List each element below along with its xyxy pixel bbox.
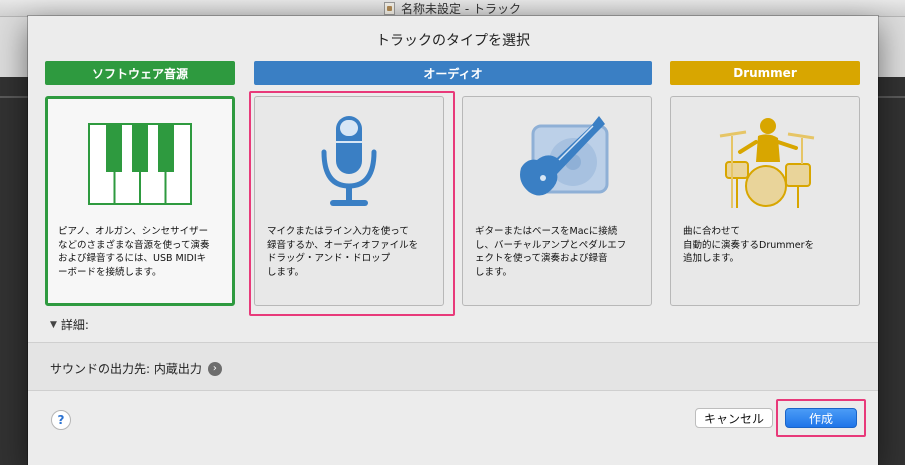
window-title-text: 名称未設定 - トラック bbox=[401, 1, 521, 16]
category-drummer: Drummer bbox=[670, 61, 860, 85]
card-description: 曲に合わせて 自動的に演奏するDrummerを 追加します。 bbox=[683, 226, 815, 264]
help-button[interactable]: ? bbox=[51, 410, 71, 430]
microphone-icon bbox=[255, 107, 443, 217]
disclosure-triangle-icon: ▼ bbox=[50, 319, 57, 330]
track-type-guitar-bass[interactable]: ギターまたはベースをMacに接続 し、バーチャルアンプとペダルエフ ェクトを使っ… bbox=[462, 96, 652, 306]
divider bbox=[28, 342, 878, 343]
guitar-amp-icon bbox=[463, 107, 651, 217]
track-type-software-instrument[interactable]: ピアノ、オルガン、シンセサイザー などのさまざまな音源を使って演奏 および録音す… bbox=[45, 96, 235, 306]
create-button[interactable]: 作成 bbox=[785, 408, 857, 428]
card-description: マイクまたはライン入力を使って 録音するか、オーディオファイルを ドラッグ・アン… bbox=[267, 226, 419, 278]
details-disclosure[interactable]: ▼ 詳細: bbox=[50, 316, 89, 333]
new-track-dialog: トラックのタイプを選択 ソフトウェア音源 オーディオ Drummer ピアノ、オ… bbox=[28, 16, 878, 465]
category-software-instrument: ソフトウェア音源 bbox=[45, 61, 235, 85]
card-description: ギターまたはベースをMacに接続 し、バーチャルアンプとペダルエフ ェクトを使っ… bbox=[475, 226, 627, 278]
cancel-button[interactable]: キャンセル bbox=[695, 408, 773, 428]
sound-output-row: サウンドの出力先: 内蔵出力 › bbox=[50, 360, 222, 377]
sound-output-label: サウンドの出力先: 内蔵出力 bbox=[50, 362, 202, 376]
track-type-microphone[interactable]: マイクまたはライン入力を使って 録音するか、オーディオファイルを ドラッグ・アン… bbox=[254, 96, 444, 306]
chevron-right-icon[interactable]: › bbox=[207, 361, 222, 376]
document-icon bbox=[384, 1, 396, 15]
category-audio: オーディオ bbox=[254, 61, 652, 85]
dialog-title: トラックのタイプを選択 bbox=[376, 33, 530, 49]
track-type-drummer[interactable]: 曲に合わせて 自動的に演奏するDrummerを 追加します。 bbox=[670, 96, 860, 306]
card-description: ピアノ、オルガン、シンセサイザー などのさまざまな音源を使って演奏 および録音す… bbox=[58, 226, 210, 278]
divider bbox=[28, 390, 878, 391]
piano-keyboard-icon bbox=[48, 109, 232, 219]
window-title: 名称未設定 - トラック bbox=[0, 0, 905, 16]
window-titlebar: 名称未設定 - トラック bbox=[0, 0, 905, 17]
drummer-icon bbox=[671, 107, 859, 217]
details-label: 詳細: bbox=[60, 318, 89, 332]
